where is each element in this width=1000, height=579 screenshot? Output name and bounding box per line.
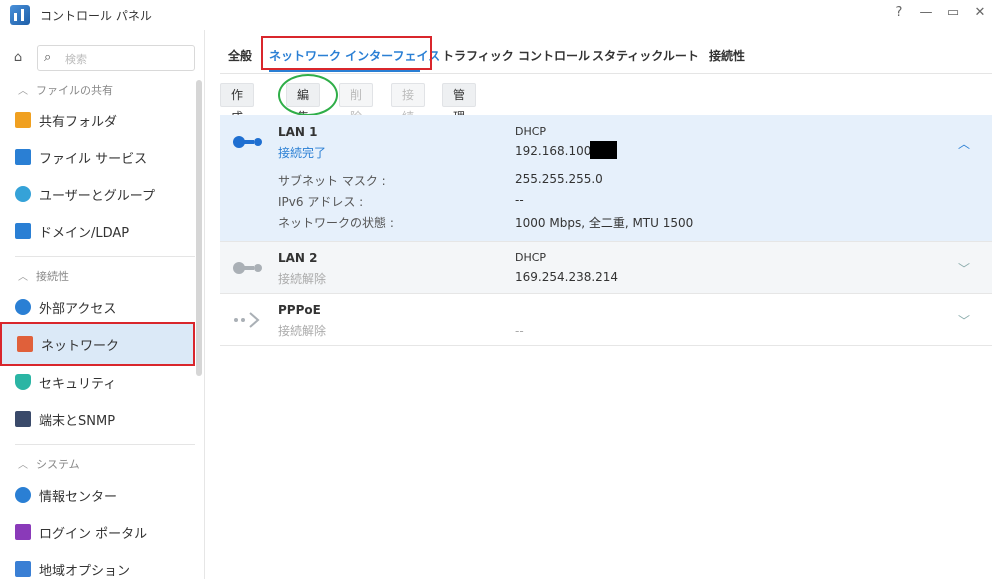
pppoe-icon bbox=[234, 312, 260, 328]
sidebar-item-domain-ldap[interactable]: ドメイン/LDAP bbox=[15, 217, 193, 245]
manage-button[interactable]: 管理 ▾ bbox=[442, 83, 477, 146]
sidebar-item-regional-options[interactable]: 地域オプション bbox=[15, 555, 193, 579]
sidebar-item-terminal-snmp[interactable]: 端末とSNMP bbox=[15, 405, 193, 433]
section-header-file-sharing[interactable]: ︿ ファイルの共有 bbox=[18, 82, 113, 98]
tab-connectivity[interactable]: 接続性 bbox=[709, 47, 745, 64]
sidebar-item-file-services[interactable]: ファイル サービス bbox=[15, 143, 193, 171]
tab-static-route[interactable]: スタティックルート bbox=[592, 47, 699, 64]
sidebar-scrollbar[interactable] bbox=[196, 80, 202, 376]
detail-value: 1000 Mbps, 全二重, MTU 1500 bbox=[515, 216, 694, 230]
home-icon[interactable]: ⌂ bbox=[8, 48, 28, 68]
detail-value: -- bbox=[515, 193, 524, 207]
interface-ip: 192.168.100 bbox=[515, 144, 592, 158]
search-input[interactable]: ⌕ 検索 bbox=[37, 45, 195, 71]
interface-name: PPPoE bbox=[278, 303, 321, 317]
login-portal-icon bbox=[15, 524, 31, 540]
delete-button[interactable]: 削除 bbox=[339, 83, 374, 124]
interface-status: 接続完了 bbox=[278, 146, 327, 160]
list-item[interactable]: LAN 1 接続完了 DHCP 192.168.100 サブネット マスク : … bbox=[220, 115, 992, 242]
domain-icon bbox=[15, 223, 31, 239]
search-placeholder: 検索 bbox=[65, 53, 87, 66]
create-button[interactable]: 作成 ▾ bbox=[220, 83, 255, 146]
chevron-up-icon: ︿ bbox=[18, 460, 28, 471]
tab-traffic-control[interactable]: トラフィック コントロール bbox=[442, 47, 590, 64]
interface-status: 接続解除 bbox=[278, 324, 327, 338]
sidebar-item-login-portal[interactable]: ログイン ポータル bbox=[15, 518, 193, 546]
chevron-up-icon[interactable]: ︿ bbox=[958, 135, 970, 152]
maximize-icon[interactable]: ▭ bbox=[944, 5, 962, 20]
tab-highlight-box bbox=[261, 36, 432, 70]
title-bar: コントロール パネル ? — ▭ ✕ bbox=[0, 0, 1000, 30]
sidebar: ⌂ ⌕ 検索 ︿ ファイルの共有 共有フォルダ ファイル サービス ユーザーとグル… bbox=[0, 30, 205, 579]
chevron-down-icon[interactable]: ﹀ bbox=[958, 260, 970, 277]
info-icon bbox=[15, 487, 31, 503]
external-access-icon bbox=[15, 299, 31, 315]
interface-status: 接続解除 bbox=[278, 272, 327, 286]
section-header-system[interactable]: ︿ システム bbox=[18, 456, 80, 472]
folder-share-icon bbox=[15, 112, 31, 128]
connect-button[interactable]: 接続 bbox=[391, 83, 426, 124]
active-tab-indicator bbox=[269, 70, 420, 72]
section-header-connectivity[interactable]: ︿ 接続性 bbox=[18, 268, 69, 284]
interface-ip: -- bbox=[515, 324, 524, 338]
help-icon[interactable]: ? bbox=[890, 5, 908, 20]
sidebar-item-users-groups[interactable]: ユーザーとグループ bbox=[15, 180, 193, 208]
interface-name: LAN 1 bbox=[278, 125, 318, 139]
divider bbox=[15, 444, 195, 445]
interface-name: LAN 2 bbox=[278, 251, 318, 265]
shield-icon bbox=[15, 374, 31, 390]
network-house-icon bbox=[17, 336, 33, 352]
interface-mode: DHCP bbox=[515, 251, 547, 264]
lan-connected-icon bbox=[233, 136, 262, 148]
detail-label: サブネット マスク : bbox=[278, 174, 386, 188]
chevron-up-icon: ︿ bbox=[18, 86, 28, 97]
chevron-down-icon[interactable]: ﹀ bbox=[958, 312, 970, 329]
tab-general[interactable]: 全般 bbox=[228, 47, 252, 64]
terminal-icon bbox=[15, 411, 31, 427]
interface-mode: DHCP bbox=[515, 125, 547, 138]
sidebar-item-security[interactable]: セキュリティ bbox=[15, 368, 193, 396]
lan-disconnected-icon bbox=[233, 262, 262, 274]
sidebar-item-info-center[interactable]: 情報センター bbox=[15, 481, 193, 509]
list-item[interactable]: LAN 2 接続解除 DHCP 169.254.238.214 ﹀ bbox=[220, 242, 992, 294]
edit-highlight-circle bbox=[278, 74, 338, 116]
sidebar-item-network[interactable]: ネットワーク bbox=[0, 322, 195, 366]
detail-label: IPv6 アドレス : bbox=[278, 195, 364, 209]
control-panel-icon bbox=[10, 5, 30, 25]
users-icon bbox=[15, 186, 31, 202]
list-item[interactable]: PPPoE 接続解除 -- ﹀ bbox=[220, 294, 992, 346]
sidebar-item-external-access[interactable]: 外部アクセス bbox=[15, 293, 193, 321]
window-title: コントロール パネル bbox=[40, 9, 152, 23]
region-icon bbox=[15, 561, 31, 577]
file-service-icon bbox=[15, 149, 31, 165]
sidebar-item-shared-folder[interactable]: 共有フォルダ bbox=[15, 106, 193, 134]
minimize-icon[interactable]: — bbox=[917, 5, 935, 20]
interface-ip: 169.254.238.214 bbox=[515, 270, 619, 284]
divider bbox=[15, 256, 195, 257]
detail-label: ネットワークの状態 : bbox=[278, 216, 394, 230]
search-icon: ⌕ bbox=[44, 50, 52, 65]
close-icon[interactable]: ✕ bbox=[971, 5, 989, 20]
chevron-up-icon: ︿ bbox=[18, 272, 28, 283]
redaction-box bbox=[590, 141, 617, 159]
detail-value: 255.255.255.0 bbox=[515, 172, 603, 186]
